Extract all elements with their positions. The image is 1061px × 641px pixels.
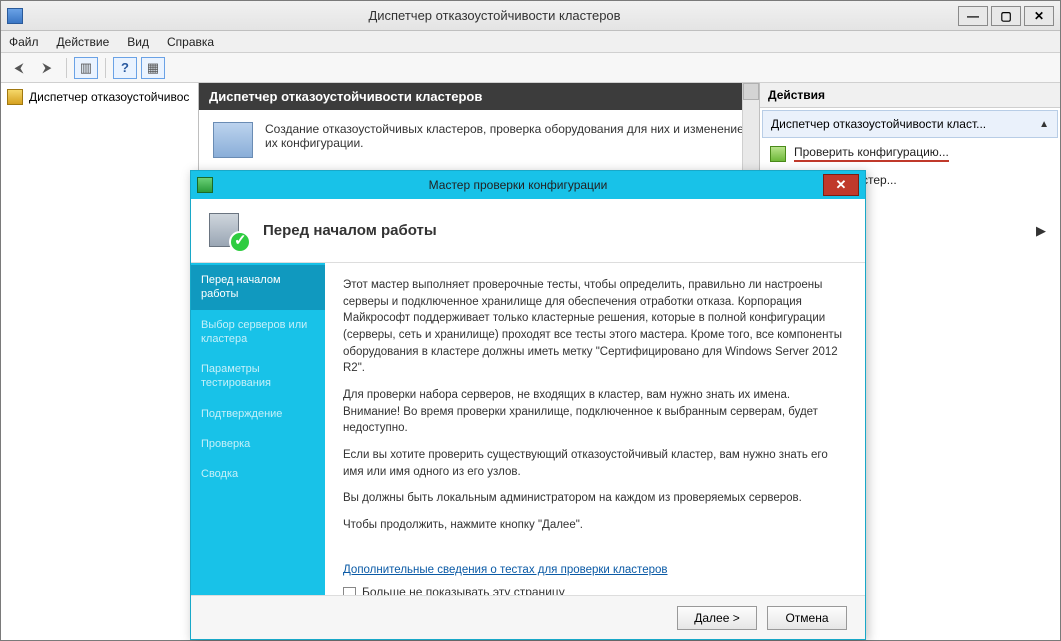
nav-forward-button[interactable]: ⮞ bbox=[35, 57, 59, 79]
wizard-header-title: Перед началом работы bbox=[263, 222, 437, 239]
menu-help[interactable]: Справка bbox=[167, 35, 214, 49]
menu-file[interactable]: Файл bbox=[9, 35, 39, 49]
validate-icon bbox=[770, 146, 786, 162]
toolbar-separator bbox=[66, 58, 67, 78]
wizard-dont-show-label: Больше не показывать эту страницу bbox=[362, 584, 565, 595]
scroll-up-arrow[interactable] bbox=[743, 83, 759, 100]
tree-pane: Диспетчер отказоустойчивос bbox=[1, 83, 199, 640]
window-title: Диспетчер отказоустойчивости кластеров bbox=[31, 8, 958, 23]
tree-root-label: Диспетчер отказоустойчивос bbox=[29, 90, 189, 104]
show-hide-tree-button[interactable]: ▥ bbox=[74, 57, 98, 79]
wizard-step-select-servers[interactable]: Выбор серверов или кластера bbox=[191, 310, 325, 355]
center-body: Создание отказоустойчивых кластеров, про… bbox=[199, 110, 759, 170]
wizard-paragraph-admin: Вы должны быть локальным администратором… bbox=[343, 490, 847, 507]
toolbar-separator bbox=[105, 58, 106, 78]
wizard-step-validating[interactable]: Проверка bbox=[191, 429, 325, 459]
wizard-body: Перед началом работы Выбор серверов или … bbox=[191, 263, 865, 595]
wizard-cancel-button[interactable]: Отмена bbox=[767, 606, 847, 630]
wizard-title: Мастер проверки конфигурации bbox=[213, 178, 823, 192]
refresh-button[interactable]: ▦ bbox=[141, 57, 165, 79]
wizard-dont-show-checkbox[interactable] bbox=[343, 587, 356, 595]
center-description: Создание отказоустойчивых кластеров, про… bbox=[265, 122, 745, 158]
wizard-main-content: Этот мастер выполняет проверочные тесты,… bbox=[325, 263, 865, 595]
wizard-step-test-options[interactable]: Параметры тестирования bbox=[191, 354, 325, 399]
toolbar: ⮜ ⮞ ▥ ? ▦ bbox=[1, 53, 1060, 83]
wizard-paragraph-continue: Чтобы продолжить, нажмите кнопку "Далее"… bbox=[343, 517, 847, 534]
wizard-header: Перед началом работы bbox=[191, 199, 865, 263]
cluster-icon bbox=[213, 122, 253, 158]
wizard-step-summary[interactable]: Сводка bbox=[191, 459, 325, 489]
wizard-dont-show-row[interactable]: Больше не показывать эту страницу bbox=[343, 584, 847, 595]
validation-wizard-dialog: Мастер проверки конфигурации ✕ Перед нач… bbox=[190, 170, 866, 640]
menubar: Файл Действие Вид Справка bbox=[1, 31, 1060, 53]
actions-subtitle-label: Диспетчер отказоустойчивости класт... bbox=[771, 117, 986, 131]
menu-view[interactable]: Вид bbox=[127, 35, 149, 49]
wizard-titlebar[interactable]: Мастер проверки конфигурации ✕ bbox=[191, 171, 865, 199]
wizard-footer: Далее > Отмена bbox=[191, 595, 865, 639]
action-label: Проверить конфигурацию... bbox=[794, 145, 949, 162]
cluster-manager-icon bbox=[7, 89, 23, 105]
wizard-paragraph-servers: Для проверки набора серверов, не входящи… bbox=[343, 387, 847, 437]
window-buttons: — ▢ ✕ bbox=[958, 6, 1054, 26]
app-icon bbox=[7, 8, 23, 24]
actions-subtitle[interactable]: Диспетчер отказоустойчивости класт... ▲ bbox=[762, 110, 1058, 138]
tree-root-item[interactable]: Диспетчер отказоустойчивос bbox=[5, 87, 194, 107]
wizard-step-before-begin[interactable]: Перед началом работы bbox=[191, 265, 325, 310]
wizard-paragraph-existing: Если вы хотите проверить существующий от… bbox=[343, 447, 847, 480]
wizard-close-button[interactable]: ✕ bbox=[823, 174, 859, 196]
wizard-next-button[interactable]: Далее > bbox=[677, 606, 757, 630]
help-button[interactable]: ? bbox=[113, 57, 137, 79]
nav-back-button[interactable]: ⮜ bbox=[7, 57, 31, 79]
maximize-button[interactable]: ▢ bbox=[991, 6, 1021, 26]
center-header: Диспетчер отказоустойчивости кластеров bbox=[199, 83, 759, 110]
actions-title: Действия bbox=[760, 83, 1060, 108]
checkmark-icon bbox=[229, 231, 251, 253]
wizard-paragraph-intro: Этот мастер выполняет проверочные тесты,… bbox=[343, 277, 847, 377]
wizard-more-info-link[interactable]: Дополнительные сведения о тестах для про… bbox=[343, 562, 668, 579]
wizard-header-icon bbox=[209, 211, 249, 251]
minimize-button[interactable]: — bbox=[958, 6, 988, 26]
close-button[interactable]: ✕ bbox=[1024, 6, 1054, 26]
wizard-step-confirmation[interactable]: Подтверждение bbox=[191, 399, 325, 429]
wizard-steps: Перед началом работы Выбор серверов или … bbox=[191, 263, 325, 595]
action-validate-configuration[interactable]: Проверить конфигурацию... bbox=[760, 140, 1060, 167]
titlebar: Диспетчер отказоустойчивости кластеров —… bbox=[1, 1, 1060, 31]
collapse-icon: ▲ bbox=[1039, 119, 1049, 130]
wizard-app-icon bbox=[197, 177, 213, 193]
menu-action[interactable]: Действие bbox=[57, 35, 110, 49]
